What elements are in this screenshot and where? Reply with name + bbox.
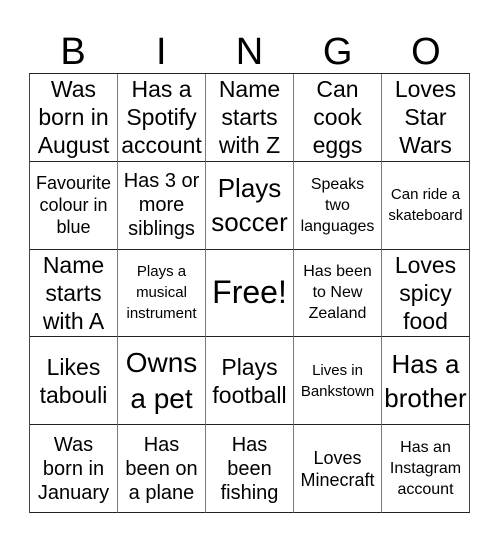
cell-text: Name starts with Z (218, 76, 281, 159)
bingo-cell[interactable]: Has 3 or more siblings (118, 161, 206, 250)
bingo-cell[interactable]: Has been on a plane (118, 425, 206, 513)
bingo-cell[interactable]: Loves Star Wars (382, 74, 470, 162)
cell-text: Free! (212, 274, 287, 311)
cell-text: Likes tabouli (39, 353, 108, 408)
cell-text: Plays a musical instrument (126, 263, 197, 323)
cell-text: Loves spicy food (394, 251, 457, 334)
cell-text: Loves Minecraft (300, 447, 375, 490)
cell-text: Plays soccer (211, 173, 288, 238)
header-letter-b: B (60, 31, 86, 73)
cell-text: Lives in Bankstown (300, 361, 375, 400)
bingo-cell[interactable]: Was born in January (30, 425, 118, 513)
header-letter-n: N (235, 31, 264, 73)
bingo-cell[interactable]: Plays football (206, 337, 294, 426)
bingo-cell[interactable]: Lives in Bankstown (294, 337, 382, 426)
cell-text: Speaks two languages (300, 175, 375, 235)
bingo-cell[interactable]: Has an Instagram account (382, 425, 470, 513)
bingo-cell[interactable]: Speaks two languages (294, 161, 382, 250)
bingo-cell[interactable]: Can ride a skateboard (382, 161, 470, 250)
bingo-cell[interactable]: Name starts with Z (206, 74, 294, 162)
header-letter-i: I (156, 31, 167, 73)
header-letter-o: O (411, 31, 441, 73)
cell-text: Can cook eggs (312, 76, 363, 159)
cell-text: Was born in January (37, 433, 110, 504)
bingo-cell[interactable]: Has a brother (382, 337, 470, 426)
cell-text: Can ride a skateboard (388, 186, 463, 225)
bingo-cell[interactable]: Owns a pet (118, 337, 206, 426)
bingo-cell[interactable]: Likes tabouli (30, 337, 118, 426)
cell-text: Has a brother (384, 348, 467, 413)
cell-text: Has 3 or more siblings (123, 170, 200, 241)
cell-text: Favourite colour in blue (35, 173, 112, 238)
bingo-cell[interactable]: Has been to New Zealand (294, 249, 382, 338)
cell-text: Has been on a plane (125, 433, 198, 504)
cell-text: Name starts with A (42, 251, 105, 334)
bingo-cell[interactable]: Can cook eggs (294, 74, 382, 162)
bingo-cell[interactable]: Was born in August (30, 74, 118, 162)
bingo-cell[interactable]: Plays soccer (206, 161, 294, 250)
bingo-cell[interactable]: Has a Spotify account (118, 74, 206, 162)
cell-text: Has been fishing (220, 433, 279, 504)
cell-text: Has a Spotify account (121, 76, 202, 159)
bingo-cell[interactable]: Loves spicy food (382, 249, 470, 338)
bingo-cell[interactable]: Plays a musical instrument (118, 249, 206, 338)
cell-text: Has an Instagram account (389, 439, 462, 499)
header-letter-g: G (322, 31, 353, 73)
cell-text: Loves Star Wars (394, 76, 457, 159)
cell-text: Has been to New Zealand (303, 263, 372, 323)
bingo-cell[interactable]: Loves Minecraft (294, 425, 382, 513)
bingo-cell[interactable]: Name starts with A (30, 249, 118, 338)
cell-text: Owns a pet (125, 346, 198, 414)
bingo-header: B I N G O (29, 32, 470, 72)
bingo-cell[interactable]: Has been fishing (206, 425, 294, 513)
cell-text: Plays football (212, 353, 287, 408)
free-space[interactable]: Free! (206, 249, 294, 338)
bingo-cell[interactable]: Favourite colour in blue (30, 161, 118, 250)
cell-text: Was born in August (37, 76, 110, 159)
bingo-grid: Was born in August Has a Spotify account… (29, 73, 470, 513)
